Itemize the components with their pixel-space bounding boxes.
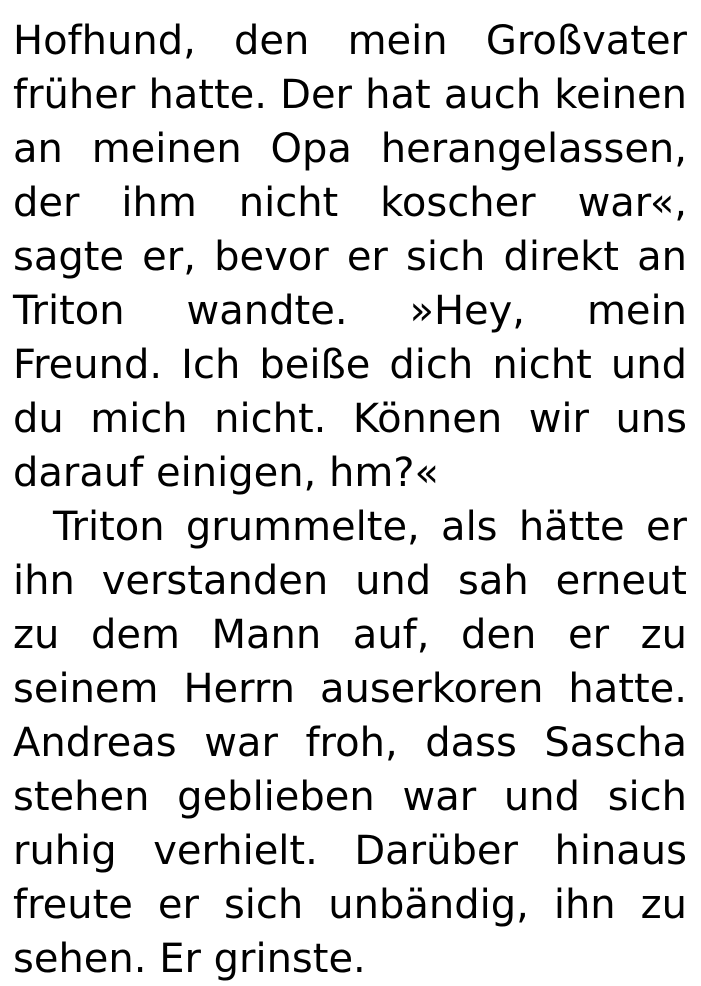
paragraph-2: Triton grummelte, als hätte er ihn verst… xyxy=(13,504,687,982)
paragraph-1: Hofhund, den mein Großvater früher hatte… xyxy=(13,18,687,496)
ebook-page: Hofhund, den mein Großvater früher hatte… xyxy=(13,14,687,986)
